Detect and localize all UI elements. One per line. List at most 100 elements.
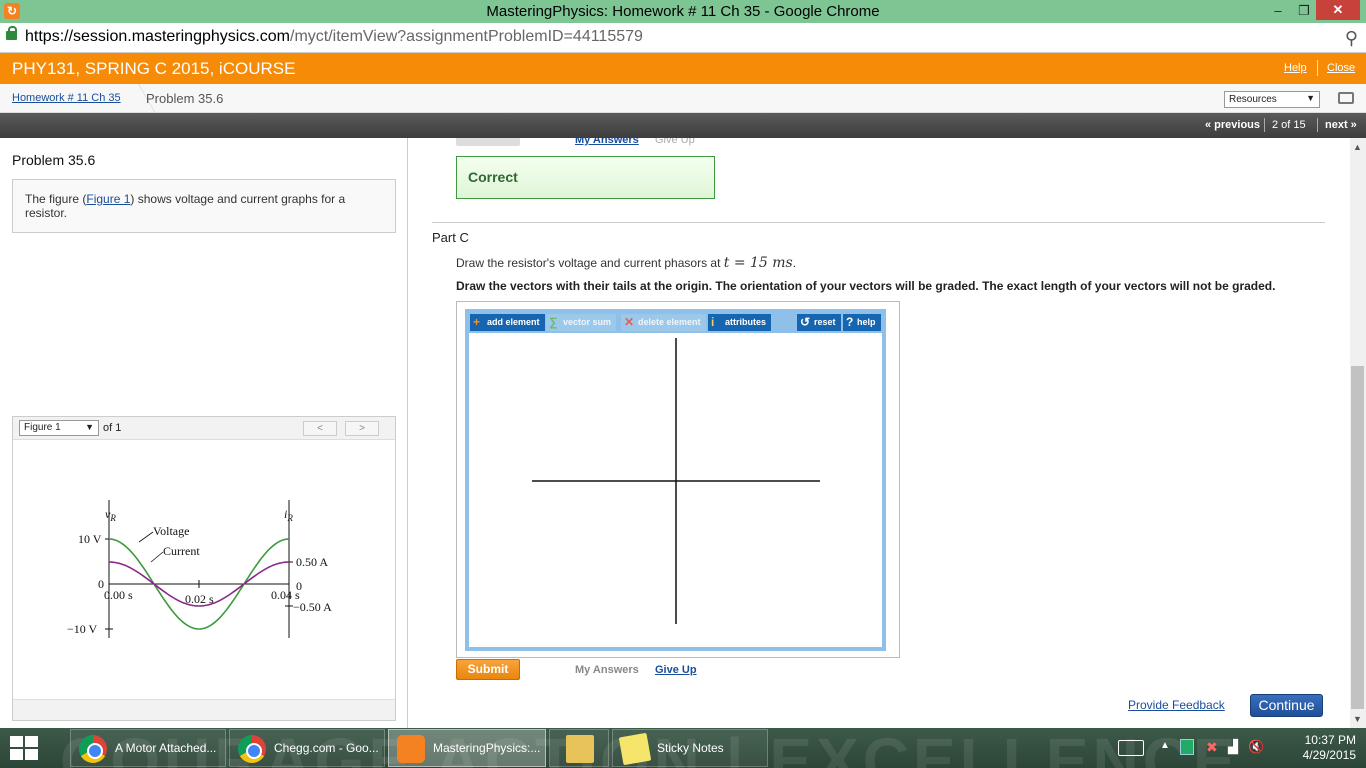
resources-label: Resources: [1229, 94, 1277, 105]
taskbar-item-label: Chegg.com - Goo...: [274, 741, 379, 755]
part-divider: [432, 222, 1325, 223]
previous-link[interactable]: « previous: [1205, 119, 1260, 131]
nav-divider: [1264, 118, 1265, 132]
dropdown-arrow-icon: ▼: [85, 422, 94, 432]
address-bar[interactable]: https://session.masteringphysics.com/myc…: [0, 23, 1366, 53]
voltage-leader: [138, 531, 154, 543]
flag-alert-icon[interactable]: ✖: [1206, 739, 1218, 756]
current-legend-label: Current: [163, 544, 200, 558]
keyboard-icon[interactable]: [1118, 740, 1144, 756]
delete-element-button[interactable]: ✕ delete element: [621, 314, 706, 331]
drawing-toolbar: + add element ∑ vector sum ✕ delete element…: [469, 313, 882, 333]
windows-taskbar: COURAGE ACTION | EXCELLENCE A Motor Atta…: [0, 728, 1366, 768]
submit-button[interactable]: Submit: [456, 659, 520, 680]
figure-link[interactable]: Figure 1: [86, 192, 130, 206]
figure-panel-footer: [13, 699, 395, 720]
sticky-notes-icon: [618, 732, 652, 766]
delete-icon: ✕: [624, 315, 635, 329]
show-hidden-icons-icon[interactable]: ▲: [1160, 740, 1170, 751]
signal-icon[interactable]: ▟: [1228, 739, 1238, 755]
header-divider: [1317, 60, 1318, 76]
figure-prev-button[interactable]: <: [303, 421, 337, 436]
add-element-button[interactable]: + add element: [470, 314, 545, 331]
vector-drawing-tool: + add element ∑ vector sum ✕ delete element…: [456, 301, 900, 658]
voltage-current-graph: vR iR 10 V 0 −10 V Voltage Current 0.50 …: [67, 500, 332, 638]
add-element-label: add element: [487, 317, 540, 327]
breadcrumb-current: Problem 35.6: [146, 91, 224, 106]
url-text[interactable]: https://session.masteringphysics.com/myc…: [25, 28, 643, 46]
masteringphysics-icon: [397, 735, 425, 763]
url-path: /myct/itemView?assignmentProblemID=44115…: [290, 28, 643, 45]
previous-give-up-link[interactable]: Give Up: [655, 138, 695, 146]
taskbar-item-sticky-notes[interactable]: Sticky Notes: [612, 729, 768, 767]
time-end-label: 0.04 s: [271, 588, 300, 602]
drawing-canvas[interactable]: [469, 333, 882, 647]
provide-feedback-link[interactable]: Provide Feedback: [1128, 698, 1225, 712]
part-instruction-bold: Draw the vectors with their tails at the…: [456, 279, 1276, 293]
taskbar-item-label: A Motor Attached...: [115, 741, 217, 755]
clock[interactable]: 10:37 PM 4/29/2015: [1303, 733, 1356, 763]
figure-next-button[interactable]: >: [345, 421, 379, 436]
voltage-min-label: −10 V: [67, 622, 98, 636]
problem-title: Problem 35.6: [12, 152, 96, 168]
problem-intro: The figure (Figure 1) shows voltage and …: [12, 179, 396, 233]
taskbar-item-label: MasteringPhysics:...: [433, 741, 541, 755]
attributes-button[interactable]: i attributes: [708, 314, 772, 331]
taskbar-item-chrome-motor[interactable]: A Motor Attached...: [70, 729, 226, 767]
page-scrollbar[interactable]: ▲ ▼: [1350, 138, 1366, 728]
restore-button[interactable]: ❐: [1294, 1, 1314, 21]
voltage-max-label: 10 V: [78, 532, 102, 546]
help-button[interactable]: ? help: [843, 314, 881, 331]
give-up-link[interactable]: Give Up: [655, 664, 697, 676]
window-titlebar: ↻ MasteringPhysics: Homework # 11 Ch 35 …: [0, 0, 1366, 23]
start-button[interactable]: [10, 736, 38, 760]
network-status-icon[interactable]: [1180, 739, 1194, 755]
search-icon[interactable]: ⚲: [1345, 28, 1358, 49]
close-link[interactable]: Close: [1327, 62, 1355, 74]
vector-sum-button[interactable]: ∑ vector sum: [546, 314, 617, 331]
previous-my-answers-link[interactable]: My Answers: [575, 138, 639, 146]
drawing-frame: + add element ∑ vector sum ✕ delete element…: [465, 309, 886, 651]
print-icon[interactable]: [1338, 92, 1354, 104]
help-link[interactable]: Help: [1284, 62, 1307, 74]
time-start-label: 0.00 s: [104, 588, 133, 602]
next-link[interactable]: next »: [1325, 119, 1357, 131]
continue-button[interactable]: Continue: [1250, 694, 1323, 717]
minimize-button[interactable]: ‒: [1268, 1, 1288, 21]
part-label: Part C: [432, 230, 469, 245]
resources-select[interactable]: Resources ▼: [1224, 91, 1320, 108]
attributes-label: attributes: [725, 317, 767, 327]
close-window-button[interactable]: ✕: [1316, 0, 1360, 20]
lock-icon: [6, 26, 17, 40]
scroll-up-icon[interactable]: ▲: [1353, 142, 1362, 152]
course-name: PHY131, SPRING C 2015, iCOURSE: [12, 59, 296, 78]
main-content: My Answers Give Up Correct Part C Draw t…: [409, 138, 1350, 728]
help-label: help: [857, 317, 876, 327]
taskbar-item-label: Sticky Notes: [657, 741, 724, 755]
intro-text: The figure (: [25, 192, 87, 206]
volume-muted-icon[interactable]: 🔇: [1248, 739, 1264, 755]
dropdown-arrow-icon: ▼: [1306, 93, 1315, 103]
problem-sidebar: Problem 35.6 The figure (Figure 1) shows…: [0, 138, 408, 728]
window-title: MasteringPhysics: Homework # 11 Ch 35 - …: [486, 3, 880, 20]
taskbar-item-file-explorer[interactable]: [549, 729, 609, 767]
scroll-down-icon[interactable]: ▼: [1353, 714, 1362, 724]
correct-feedback: Correct: [456, 156, 715, 199]
figure-select[interactable]: Figure 1 ▼: [19, 420, 99, 436]
folder-icon: [566, 735, 594, 763]
my-answers-link[interactable]: My Answers: [575, 664, 639, 676]
scrollbar-thumb[interactable]: [1351, 366, 1364, 709]
voltage-legend-label: Voltage: [153, 524, 189, 538]
taskbar-item-masteringphysics[interactable]: MasteringPhysics:...: [388, 729, 546, 767]
vector-sum-label: vector sum: [563, 317, 612, 327]
reset-button[interactable]: ↺ reset: [797, 314, 841, 331]
taskbar-item-chrome-chegg[interactable]: Chegg.com - Goo...: [229, 729, 385, 767]
time-mid-label: 0.02 s: [185, 592, 214, 606]
previous-submit-button[interactable]: [456, 138, 520, 146]
plus-icon: +: [473, 315, 481, 329]
figure-panel-header: Figure 1 ▼ of 1 < >: [13, 417, 395, 440]
help-icon: ?: [846, 315, 854, 329]
info-icon: i: [711, 315, 715, 329]
current-min-label: −0.50 A: [293, 600, 332, 614]
breadcrumb-homework-link[interactable]: Homework # 11 Ch 35: [12, 92, 121, 104]
